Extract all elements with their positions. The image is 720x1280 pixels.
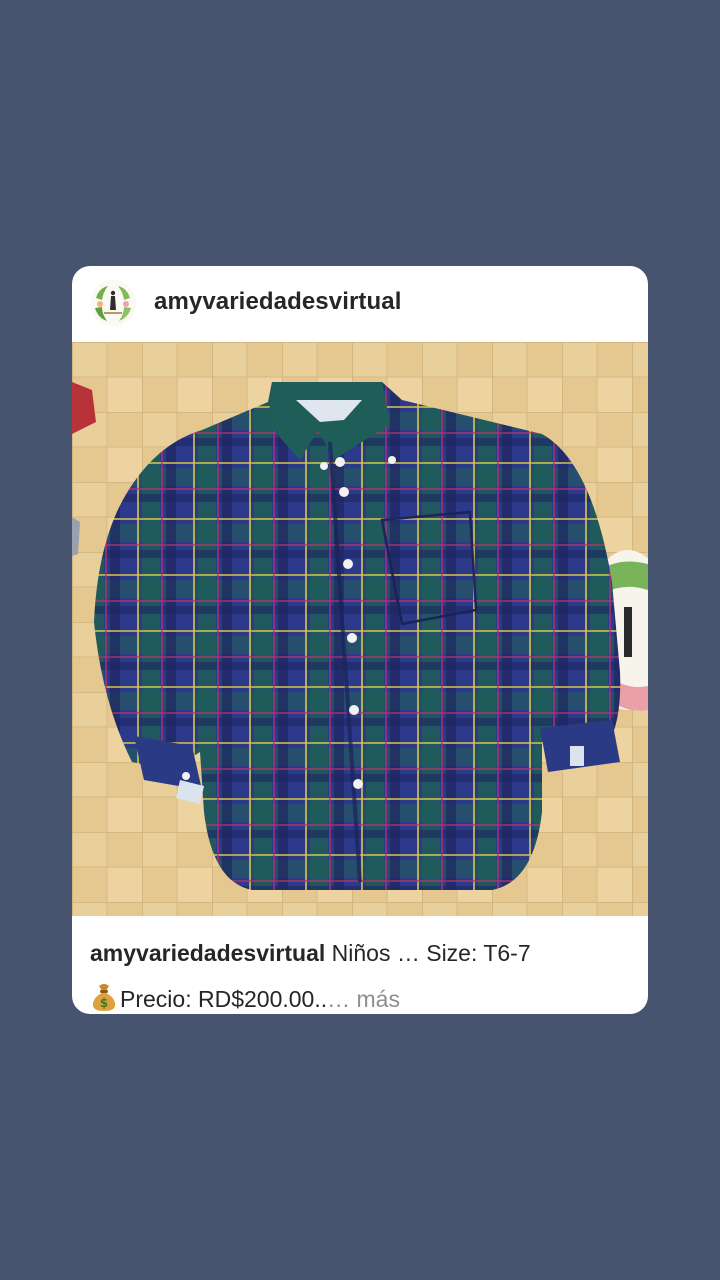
caption-text-line1: Niños … Size: T6-7 xyxy=(331,940,531,966)
profile-avatar-icon[interactable] xyxy=(90,280,136,326)
more-link[interactable]: … más xyxy=(327,986,400,1012)
caption-username[interactable]: amyvariedadesvirtual xyxy=(90,940,325,966)
caption-price-text: Precio: RD$200.00.. xyxy=(120,986,328,1012)
shared-post-card[interactable]: amyvariedadesvirtual amyvariedadesvirtua… xyxy=(72,266,648,1014)
story-screen: amyvariedadesvirtual amyvariedadesvirtua… xyxy=(0,0,720,1280)
caption-line-2: $ Precio: RD$200.00..… más xyxy=(90,976,638,1014)
caption-line-1: amyvariedadesvirtual Niños … Size: T6-7 xyxy=(90,930,638,976)
post-caption[interactable]: amyvariedadesvirtual Niños … Size: T6-7 … xyxy=(90,930,638,1014)
post-username[interactable]: amyvariedadesvirtual xyxy=(154,286,401,318)
svg-text:$: $ xyxy=(100,996,108,1010)
post-header: amyvariedadesvirtual xyxy=(72,266,648,342)
post-image[interactable] xyxy=(72,342,648,916)
money-bag-icon: $ xyxy=(90,981,118,1011)
